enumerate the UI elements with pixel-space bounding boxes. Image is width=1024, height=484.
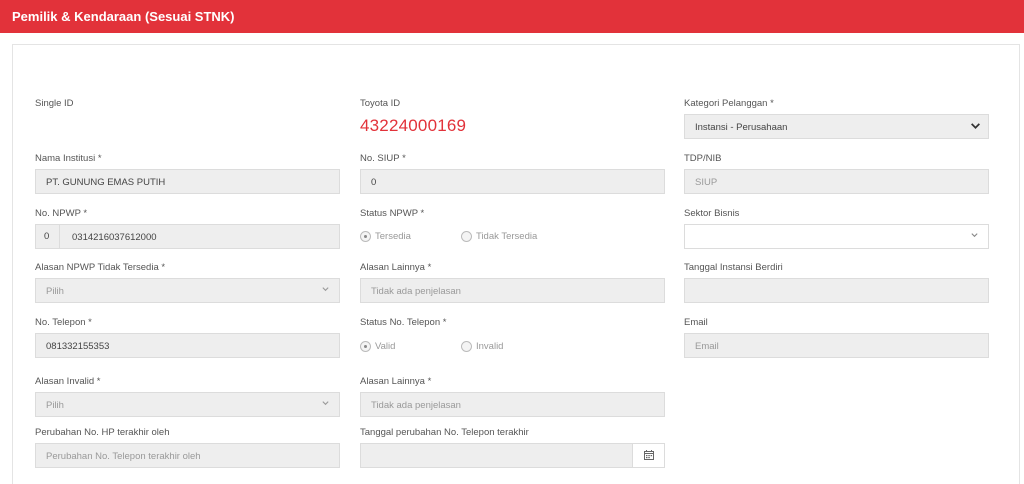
- alasan-lainnya-1-label: Alasan Lainnya *: [360, 262, 432, 273]
- perubahan-hp-label: Perubahan No. HP terakhir oleh: [35, 427, 170, 438]
- radio-telepon-valid[interactable]: Valid: [360, 341, 395, 352]
- alasan-invalid-select[interactable]: Pilih: [35, 392, 340, 417]
- radio-unchecked-icon: [461, 231, 472, 242]
- alasan-lainnya-1-placeholder: Tidak ada penjelasan: [371, 286, 461, 297]
- alasan-npwp-placeholder: Pilih: [46, 286, 64, 297]
- calendar-button[interactable]: [632, 444, 664, 467]
- toyota-id-value: 43224000169: [360, 116, 467, 135]
- alasan-lainnya-1-input[interactable]: Tidak ada penjelasan: [360, 278, 665, 303]
- tdp-nib-label: TDP/NIB: [684, 153, 722, 164]
- radio-checked-icon: [360, 341, 371, 352]
- email-label: Email: [684, 317, 708, 328]
- section-header: Pemilik & Kendaraan (Sesuai STNK): [0, 0, 1024, 33]
- sektor-bisnis-label: Sektor Bisnis: [684, 208, 740, 219]
- alasan-lainnya-2-label: Alasan Lainnya *: [360, 376, 432, 387]
- no-telepon-input[interactable]: 081332155353: [35, 333, 340, 358]
- chevron-down-icon: [321, 398, 331, 408]
- toyota-id-label: Toyota ID: [360, 98, 401, 109]
- status-npwp-label: Status NPWP *: [360, 208, 425, 219]
- perubahan-hp-input[interactable]: Perubahan No. Telepon terakhir oleh: [35, 443, 340, 468]
- nama-institusi-label: Nama Institusi *: [35, 153, 102, 164]
- tanggal-instansi-label: Tanggal Instansi Berdiri: [684, 262, 783, 273]
- email-placeholder: Email: [695, 341, 719, 352]
- no-telepon-value: 081332155353: [46, 341, 110, 352]
- no-siup-input[interactable]: 0: [360, 169, 665, 194]
- radio-npwp-tidak-tersedia[interactable]: Tidak Tersedia: [461, 231, 537, 242]
- alasan-lainnya-2-placeholder: Tidak ada penjelasan: [371, 400, 461, 411]
- perubahan-hp-placeholder: Perubahan No. Telepon terakhir oleh: [46, 451, 201, 462]
- nama-institusi-input[interactable]: PT. GUNUNG EMAS PUTIH: [35, 169, 340, 194]
- alasan-invalid-placeholder: Pilih: [46, 400, 64, 411]
- sektor-bisnis-select[interactable]: [684, 224, 989, 249]
- alasan-npwp-label: Alasan NPWP Tidak Tersedia *: [35, 262, 166, 273]
- kategori-select[interactable]: Instansi - Perusahaan: [684, 114, 989, 139]
- kategori-label: Kategori Pelanggan *: [684, 98, 774, 109]
- tanggal-perubahan-input[interactable]: [360, 443, 665, 468]
- chevron-down-icon: [970, 120, 980, 130]
- no-siup-value: 0: [371, 177, 377, 188]
- radio-unchecked-icon: [461, 341, 472, 352]
- tanggal-instansi-input[interactable]: [684, 278, 989, 303]
- single-id-label: Single ID: [35, 98, 74, 109]
- calendar-icon: [644, 450, 654, 460]
- no-npwp-input[interactable]: 0 0314216037612000: [35, 224, 340, 249]
- alasan-invalid-label: Alasan Invalid *: [35, 376, 101, 387]
- status-telepon-label: Status No. Telepon *: [360, 317, 447, 328]
- alasan-npwp-select[interactable]: Pilih: [35, 278, 340, 303]
- chevron-down-icon: [970, 230, 980, 240]
- alasan-lainnya-2-input[interactable]: Tidak ada penjelasan: [360, 392, 665, 417]
- tdp-nib-placeholder: SIUP: [695, 177, 718, 188]
- no-npwp-label: No. NPWP *: [35, 208, 88, 219]
- npwp-prefix: 0: [36, 225, 60, 248]
- nama-institusi-value: PT. GUNUNG EMAS PUTIH: [46, 177, 166, 188]
- no-telepon-label: No. Telepon *: [35, 317, 92, 328]
- chevron-down-icon: [321, 284, 331, 294]
- email-input[interactable]: Email: [684, 333, 989, 358]
- tdp-nib-input[interactable]: SIUP: [684, 169, 989, 194]
- no-siup-label: No. SIUP *: [360, 153, 406, 164]
- no-npwp-value: 0314216037612000: [72, 232, 157, 243]
- radio-checked-icon: [360, 231, 371, 242]
- tanggal-perubahan-label: Tanggal perubahan No. Telepon terakhir: [360, 427, 529, 438]
- radio-telepon-invalid[interactable]: Invalid: [461, 341, 503, 352]
- radio-npwp-tersedia[interactable]: Tersedia: [360, 231, 411, 242]
- section-title: Pemilik & Kendaraan (Sesuai STNK): [12, 9, 235, 24]
- kategori-value: Instansi - Perusahaan: [695, 122, 788, 133]
